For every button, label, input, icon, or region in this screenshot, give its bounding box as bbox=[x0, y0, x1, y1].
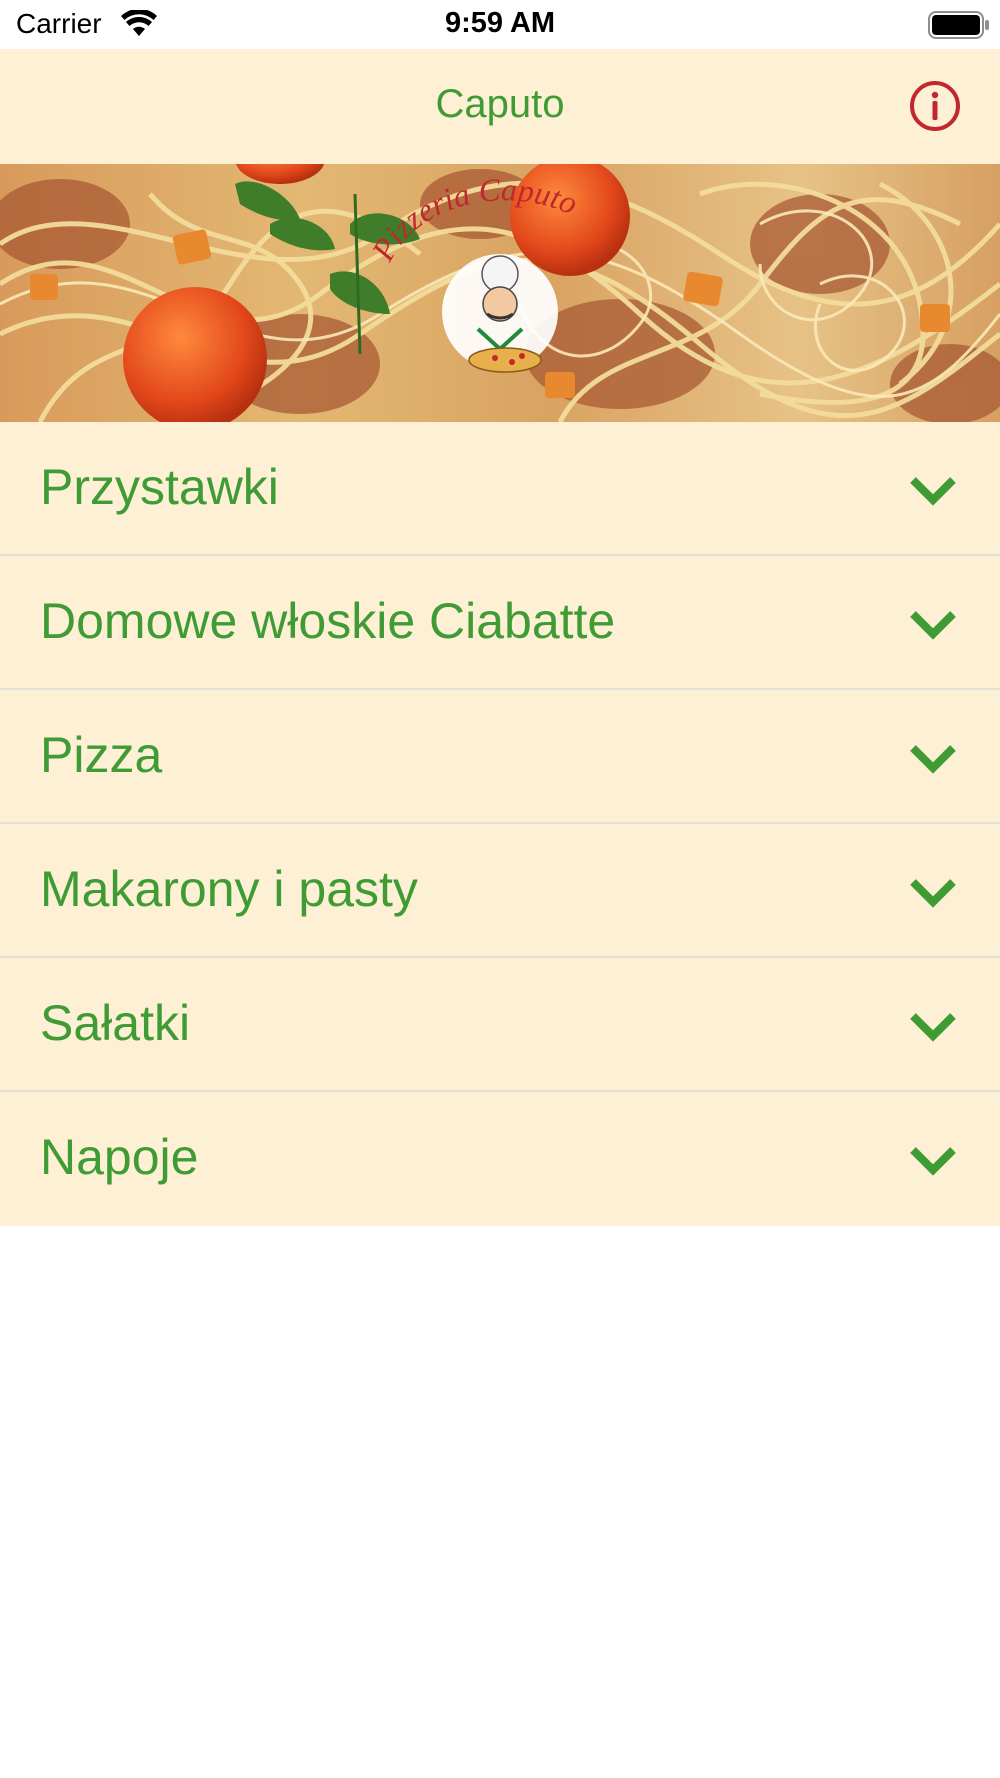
status-bar: Carrier 9:59 AM bbox=[0, 0, 1000, 49]
category-label: Makarony i pasty bbox=[40, 861, 418, 917]
category-row-napoje[interactable]: Napoje bbox=[0, 1092, 1000, 1226]
chevron-down-icon bbox=[910, 1013, 956, 1042]
menu-category-list: Przystawki Domowe włoskie Ciabatte Pizza… bbox=[0, 422, 1000, 1226]
chevron-down-icon bbox=[910, 1147, 956, 1176]
banner-illustration: Pizzeria Caputo bbox=[0, 164, 1000, 422]
category-row-ciabatte[interactable]: Domowe włoskie Ciabatte bbox=[0, 556, 1000, 690]
chevron-down-icon bbox=[910, 879, 956, 908]
status-time: 9:59 AM bbox=[444, 7, 556, 39]
category-label: Napoje bbox=[40, 1129, 199, 1185]
category-row-makarony[interactable]: Makarony i pasty bbox=[0, 824, 1000, 958]
chevron-down-icon bbox=[910, 611, 956, 640]
category-row-przystawki[interactable]: Przystawki bbox=[0, 422, 1000, 556]
pasta-banner-image: Pizzeria Caputo bbox=[0, 164, 1000, 422]
battery-full-icon bbox=[928, 11, 989, 39]
app-screen: Carrier 9:59 AM Caputo Pizzeria Caputo P… bbox=[0, 0, 1000, 1778]
navigation-bar: Caputo bbox=[0, 49, 1000, 164]
info-circle-icon[interactable] bbox=[908, 79, 962, 133]
category-row-salatki[interactable]: Sałatki bbox=[0, 958, 1000, 1092]
category-label: Domowe włoskie Ciabatte bbox=[40, 593, 616, 649]
category-row-pizza[interactable]: Pizza bbox=[0, 690, 1000, 824]
category-label: Sałatki bbox=[40, 995, 191, 1051]
category-label: Przystawki bbox=[40, 459, 279, 515]
chevron-down-icon bbox=[910, 477, 956, 506]
chevron-down-icon bbox=[910, 745, 956, 774]
page-title: Caputo bbox=[435, 82, 565, 126]
category-label: Pizza bbox=[40, 727, 163, 783]
